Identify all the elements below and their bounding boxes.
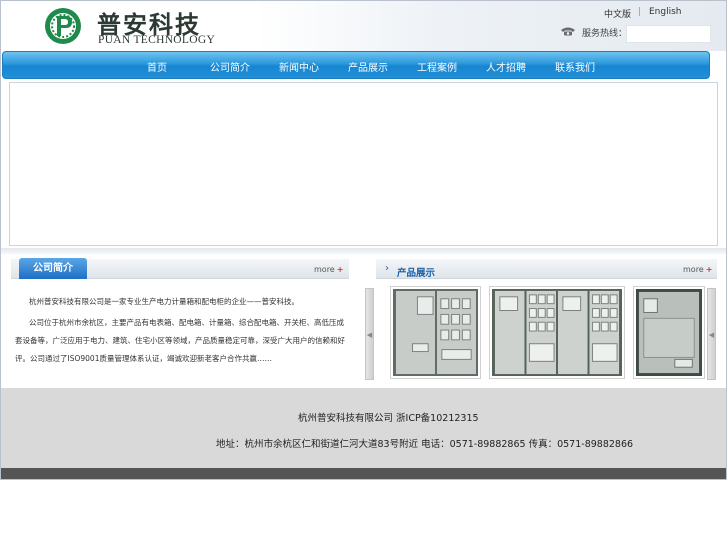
about-more-label: more	[314, 265, 335, 274]
puan-logo-icon[interactable]	[43, 6, 83, 46]
footer-copyright: 杭州普安科技有限公司 浙ICP备10212315	[298, 413, 479, 424]
lang-english-link[interactable]: English	[649, 7, 682, 17]
phone-icon	[561, 27, 575, 36]
lang-chinese-link[interactable]: 中文版	[604, 7, 631, 20]
products-section-title: 产品展示	[397, 268, 436, 279]
product-thumbnail[interactable]	[390, 286, 481, 379]
double-meter-cabinet-image	[492, 289, 622, 376]
meter-cabinet-image	[393, 289, 478, 376]
hotline-number-box	[626, 25, 711, 43]
about-paragraph-2: 公司位于杭州市余杭区，主要产品有电表箱、配电箱、计量箱、综合配电箱、开关柜、高低…	[15, 318, 345, 363]
nav-item-news[interactable]: 新闻中心	[279, 59, 319, 74]
chevron-right-icon: ›	[385, 263, 389, 274]
products-more-link[interactable]: more +	[683, 265, 712, 274]
page-frame: 普安科技 PUAN TECHNOLOGY 中文版 | English 服务热线：…	[0, 0, 727, 480]
nav-item-home[interactable]: 首页	[147, 59, 167, 74]
distribution-cabinet-image	[636, 289, 702, 376]
hotline-label: 服务热线：	[582, 29, 628, 39]
nav-item-products[interactable]: 产品展示	[348, 59, 388, 74]
banner-area	[9, 82, 718, 246]
site-footer	[1, 388, 726, 468]
nav-item-cases[interactable]: 工程案例	[417, 59, 457, 74]
product-thumbnail[interactable]	[489, 286, 625, 379]
banner-divider	[1, 248, 726, 254]
lang-separator: |	[638, 7, 642, 17]
plus-icon: +	[336, 265, 344, 274]
nav-item-jobs[interactable]: 人才招聘	[486, 59, 526, 74]
gallery-prev-arrow[interactable]: ◀	[365, 288, 374, 380]
about-section-title: 公司简介	[19, 258, 87, 279]
footer-contact: 地址：杭州市余杭区仁和街道仁河大道83号附近 电话：0571-89882865 …	[216, 439, 634, 450]
bottom-bar	[1, 468, 726, 479]
plus-icon: +	[705, 265, 713, 274]
nav-item-about[interactable]: 公司简介	[210, 59, 250, 74]
brand-name-en: PUAN TECHNOLOGY	[98, 34, 216, 46]
about-paragraph-1: 杭州普安科技有限公司是一家专业生产电力计量箱和配电柜的企业——普安科技。	[29, 297, 299, 306]
about-more-link[interactable]: more +	[314, 265, 343, 274]
nav-item-contact[interactable]: 联系我们	[555, 59, 595, 74]
gallery-next-arrow[interactable]: ◀	[707, 288, 716, 380]
products-more-label: more	[683, 265, 704, 274]
site-header: 普安科技 PUAN TECHNOLOGY 中文版 | English 服务热线：	[1, 1, 726, 51]
main-nav: 首页 公司简介 新闻中心 产品展示 工程案例 人才招聘 联系我们	[2, 51, 710, 79]
product-thumbnail[interactable]	[633, 286, 705, 379]
